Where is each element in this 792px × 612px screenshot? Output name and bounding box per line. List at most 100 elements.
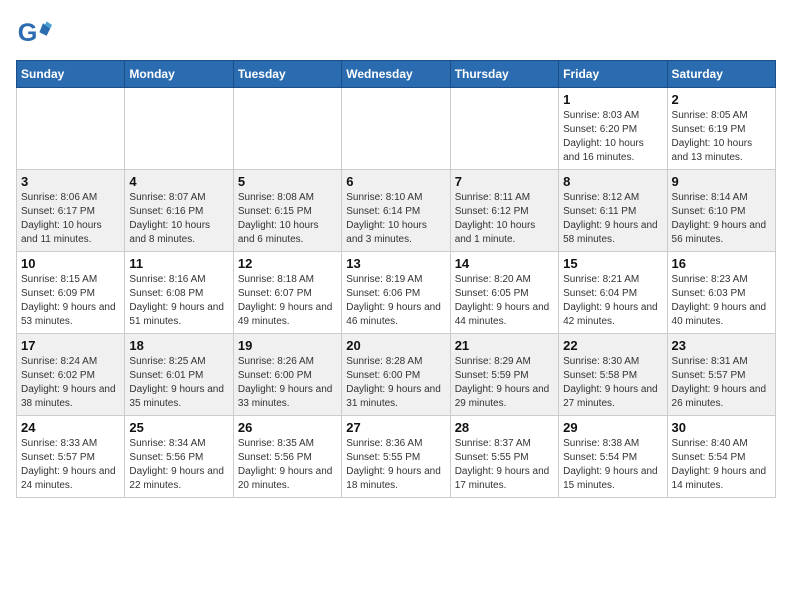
calendar-cell: 3 Sunrise: 8:06 AM Sunset: 6:17 PM Daylig… <box>17 170 125 252</box>
day-number: 20 <box>346 338 445 353</box>
calendar-cell: 9 Sunrise: 8:14 AM Sunset: 6:10 PM Daylig… <box>667 170 775 252</box>
day-info: Sunrise: 8:11 AM Sunset: 6:12 PM Dayligh… <box>455 191 554 247</box>
weekday-thursday: Thursday <box>450 61 558 88</box>
calendar-cell: 2 Sunrise: 8:05 AM Sunset: 6:19 PM Daylig… <box>667 88 775 170</box>
day-number: 4 <box>129 174 228 189</box>
calendar-cell: 16 Sunrise: 8:23 AM Sunset: 6:03 PM Dayli… <box>667 252 775 334</box>
day-info: Sunrise: 8:19 AM Sunset: 6:06 PM Dayligh… <box>346 273 445 329</box>
day-info: Sunrise: 8:28 AM Sunset: 6:00 PM Dayligh… <box>346 355 445 411</box>
day-info: Sunrise: 8:23 AM Sunset: 6:03 PM Dayligh… <box>672 273 771 329</box>
day-info: Sunrise: 8:36 AM Sunset: 5:55 PM Dayligh… <box>346 437 445 493</box>
calendar-cell: 18Sunrise: 8:25 AM Sunset: 6:01 PM Dayli… <box>125 334 233 416</box>
day-number: 22 <box>563 338 662 353</box>
weekday-header-row: SundayMondayTuesdayWednesdayThursdayFrid… <box>17 61 776 88</box>
day-number: 9 <box>672 174 771 189</box>
day-number: 6 <box>346 174 445 189</box>
day-info: Sunrise: 8:20 AM Sunset: 6:05 PM Dayligh… <box>455 273 554 329</box>
calendar-cell: 20 Sunrise: 8:28 AM Sunset: 6:00 PM Dayli… <box>342 334 450 416</box>
day-info: Sunrise: 8:14 AM Sunset: 6:10 PM Dayligh… <box>672 191 771 247</box>
day-number: 5 <box>238 174 337 189</box>
day-number: 10 <box>21 256 120 271</box>
day-info: Sunrise: 8:38 AM Sunset: 5:54 PM Dayligh… <box>563 437 662 493</box>
weekday-sunday: Sunday <box>17 61 125 88</box>
calendar-cell: 27 Sunrise: 8:36 AM Sunset: 5:55 PM Dayli… <box>342 416 450 498</box>
calendar-cell: 1 Sunrise: 8:03 AM Sunset: 6:20 PM Daylig… <box>559 88 667 170</box>
calendar-table: SundayMondayTuesdayWednesdayThursdayFrid… <box>16 60 776 498</box>
day-info: Sunrise: 8:12 AM Sunset: 6:11 PM Dayligh… <box>563 191 662 247</box>
day-info: Sunrise: 8:06 AM Sunset: 6:17 PM Dayligh… <box>21 191 120 247</box>
day-number: 1 <box>563 92 662 107</box>
calendar-cell: 8 Sunrise: 8:12 AM Sunset: 6:11 PM Daylig… <box>559 170 667 252</box>
svg-text:G: G <box>18 19 38 47</box>
day-number: 14 <box>455 256 554 271</box>
calendar-cell: 19Sunrise: 8:26 AM Sunset: 6:00 PM Dayli… <box>233 334 341 416</box>
day-number: 27 <box>346 420 445 435</box>
logo: G <box>16 16 56 52</box>
day-info: Sunrise: 8:29 AM Sunset: 5:59 PM Dayligh… <box>455 355 554 411</box>
calendar-cell: 6 Sunrise: 8:10 AM Sunset: 6:14 PM Daylig… <box>342 170 450 252</box>
calendar-cell: 23 Sunrise: 8:31 AM Sunset: 5:57 PM Dayli… <box>667 334 775 416</box>
day-number: 25 <box>129 420 228 435</box>
day-number: 11 <box>129 256 228 271</box>
calendar-cell: 26 Sunrise: 8:35 AM Sunset: 5:56 PM Dayli… <box>233 416 341 498</box>
day-info: Sunrise: 8:18 AM Sunset: 6:07 PM Dayligh… <box>238 273 337 329</box>
calendar-cell <box>233 88 341 170</box>
calendar-cell <box>342 88 450 170</box>
calendar-cell: 30Sunrise: 8:40 AM Sunset: 5:54 PM Dayli… <box>667 416 775 498</box>
day-number: 2 <box>672 92 771 107</box>
day-number: 26 <box>238 420 337 435</box>
calendar-cell: 5 Sunrise: 8:08 AM Sunset: 6:15 PM Daylig… <box>233 170 341 252</box>
day-info: Sunrise: 8:05 AM Sunset: 6:19 PM Dayligh… <box>672 109 771 165</box>
calendar-cell <box>450 88 558 170</box>
weekday-saturday: Saturday <box>667 61 775 88</box>
calendar-cell: 14 Sunrise: 8:20 AM Sunset: 6:05 PM Dayli… <box>450 252 558 334</box>
calendar-cell: 12 Sunrise: 8:18 AM Sunset: 6:07 PM Dayli… <box>233 252 341 334</box>
day-number: 3 <box>21 174 120 189</box>
calendar-cell: 24 Sunrise: 8:33 AM Sunset: 5:57 PM Dayli… <box>17 416 125 498</box>
day-info: Sunrise: 8:08 AM Sunset: 6:15 PM Dayligh… <box>238 191 337 247</box>
day-number: 24 <box>21 420 120 435</box>
day-number: 8 <box>563 174 662 189</box>
day-number: 30 <box>672 420 771 435</box>
calendar-cell: 7 Sunrise: 8:11 AM Sunset: 6:12 PM Daylig… <box>450 170 558 252</box>
day-number: 21 <box>455 338 554 353</box>
calendar-cell: 4 Sunrise: 8:07 AM Sunset: 6:16 PM Daylig… <box>125 170 233 252</box>
logo-icon: G <box>16 16 52 52</box>
day-info: Sunrise: 8:21 AM Sunset: 6:04 PM Dayligh… <box>563 273 662 329</box>
page-header: G <box>16 16 776 52</box>
day-info: Sunrise: 8:24 AM Sunset: 6:02 PM Dayligh… <box>21 355 120 411</box>
day-info: Sunrise: 8:30 AM Sunset: 5:58 PM Dayligh… <box>563 355 662 411</box>
day-number: 16 <box>672 256 771 271</box>
day-info: Sunrise: 8:15 AM Sunset: 6:09 PM Dayligh… <box>21 273 120 329</box>
day-info: Sunrise: 8:35 AM Sunset: 5:56 PM Dayligh… <box>238 437 337 493</box>
calendar-cell <box>125 88 233 170</box>
day-number: 12 <box>238 256 337 271</box>
weekday-tuesday: Tuesday <box>233 61 341 88</box>
calendar-cell: 25 Sunrise: 8:34 AM Sunset: 5:56 PM Dayli… <box>125 416 233 498</box>
calendar-week-5: 24 Sunrise: 8:33 AM Sunset: 5:57 PM Dayli… <box>17 416 776 498</box>
calendar-cell: 17 Sunrise: 8:24 AM Sunset: 6:02 PM Dayli… <box>17 334 125 416</box>
day-info: Sunrise: 8:31 AM Sunset: 5:57 PM Dayligh… <box>672 355 771 411</box>
day-number: 23 <box>672 338 771 353</box>
day-info: Sunrise: 8:07 AM Sunset: 6:16 PM Dayligh… <box>129 191 228 247</box>
calendar-week-4: 17 Sunrise: 8:24 AM Sunset: 6:02 PM Dayli… <box>17 334 776 416</box>
day-number: 28 <box>455 420 554 435</box>
calendar-cell: 29Sunrise: 8:38 AM Sunset: 5:54 PM Dayli… <box>559 416 667 498</box>
day-number: 13 <box>346 256 445 271</box>
day-info: Sunrise: 8:10 AM Sunset: 6:14 PM Dayligh… <box>346 191 445 247</box>
calendar-week-3: 10 Sunrise: 8:15 AM Sunset: 6:09 PM Dayli… <box>17 252 776 334</box>
day-number: 19 <box>238 338 337 353</box>
calendar-cell: 11 Sunrise: 8:16 AM Sunset: 6:08 PM Dayli… <box>125 252 233 334</box>
day-info: Sunrise: 8:33 AM Sunset: 5:57 PM Dayligh… <box>21 437 120 493</box>
day-number: 18 <box>129 338 228 353</box>
calendar-week-1: 1 Sunrise: 8:03 AM Sunset: 6:20 PM Daylig… <box>17 88 776 170</box>
calendar-week-2: 3 Sunrise: 8:06 AM Sunset: 6:17 PM Daylig… <box>17 170 776 252</box>
calendar-cell: 10 Sunrise: 8:15 AM Sunset: 6:09 PM Dayli… <box>17 252 125 334</box>
day-info: Sunrise: 8:03 AM Sunset: 6:20 PM Dayligh… <box>563 109 662 165</box>
calendar-cell <box>17 88 125 170</box>
day-info: Sunrise: 8:16 AM Sunset: 6:08 PM Dayligh… <box>129 273 228 329</box>
calendar-body: 1 Sunrise: 8:03 AM Sunset: 6:20 PM Daylig… <box>17 88 776 498</box>
day-number: 17 <box>21 338 120 353</box>
day-info: Sunrise: 8:34 AM Sunset: 5:56 PM Dayligh… <box>129 437 228 493</box>
day-number: 7 <box>455 174 554 189</box>
